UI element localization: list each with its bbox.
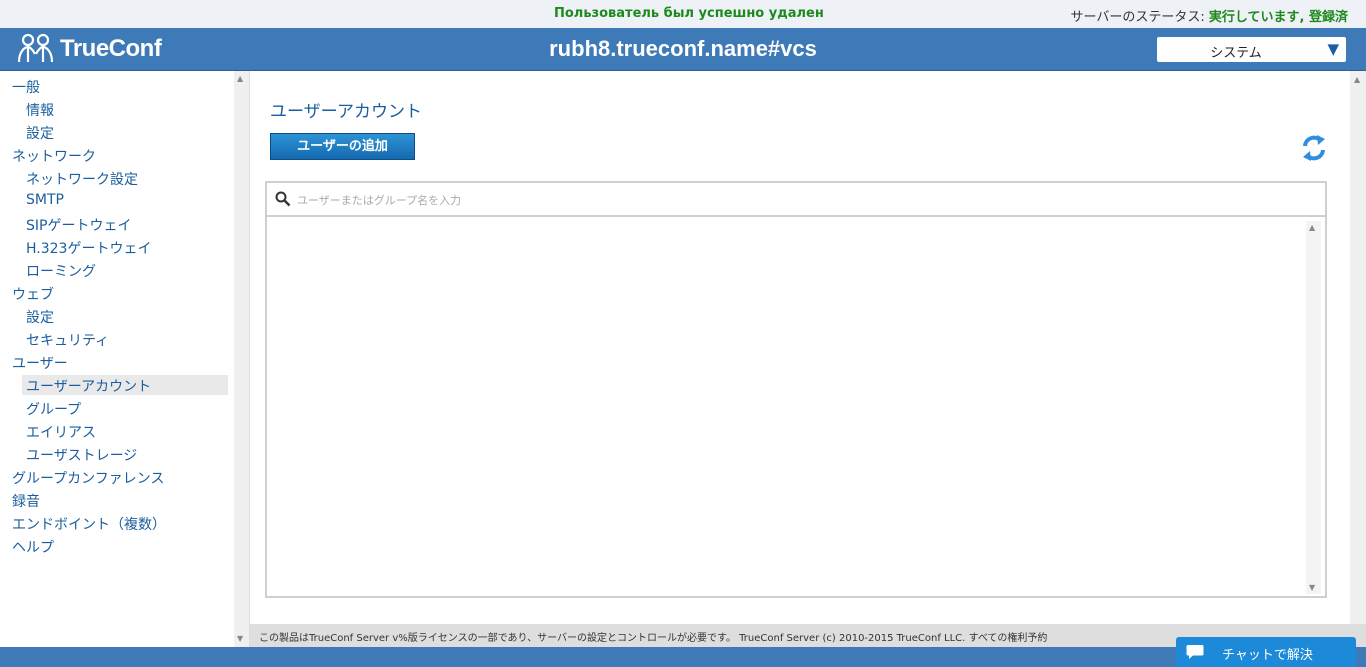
sidebar-item-web[interactable]: ウェブ [12, 284, 54, 304]
sidebar-item-smtp[interactable]: SMTP [26, 192, 64, 208]
system-select[interactable]: システム ▼ [1157, 37, 1346, 62]
add-user-button[interactable]: ユーザーの追加 [270, 133, 415, 160]
trueconf-logo-icon [17, 33, 54, 63]
scroll-up-icon[interactable]: ▲ [237, 74, 243, 83]
user-list-panel: ▲ ▼ [265, 181, 1327, 598]
sidebar-item-user-accounts[interactable]: ユーザーアカウント [26, 376, 151, 396]
chat-button-label: チャットで解決 [1222, 648, 1313, 663]
sidebar-item-roaming[interactable]: ローミング [26, 261, 96, 281]
main-content: ユーザーアカウント ユーザーの追加 ▲ ▼ [250, 71, 1350, 624]
top-notice-bar: Пользователь был успешно удален サーバーのステー… [0, 0, 1366, 28]
page-title: ユーザーアカウント [270, 102, 422, 122]
search-row [267, 183, 1325, 217]
header-bar: TrueConf rubh8.trueconf.name#vcs システム ▼ [0, 28, 1366, 71]
sidebar-item-security[interactable]: セキュリティ [26, 330, 109, 350]
sidebar-item-users[interactable]: ユーザー [12, 353, 68, 373]
sidebar-item-settings[interactable]: 設定 [26, 123, 54, 143]
main-scrollbar[interactable]: ▲ [1350, 71, 1366, 624]
system-select-value: システム [1210, 46, 1262, 61]
sidebar-item-info[interactable]: 情報 [26, 100, 54, 120]
logo-text: TrueConf [60, 35, 162, 62]
search-input[interactable] [297, 189, 1197, 211]
chat-bubble-icon [1186, 645, 1204, 659]
success-notice: Пользователь был успешно удален [554, 6, 824, 21]
refresh-icon[interactable] [1300, 133, 1328, 163]
sidebar-item-endpoints[interactable]: エンドボイント（複数） [12, 514, 166, 534]
sidebar-item-network[interactable]: ネットワーク [12, 146, 96, 166]
scroll-down-icon[interactable]: ▼ [237, 634, 243, 643]
trueconf-logo[interactable]: TrueConf [16, 32, 162, 66]
sidebar-item-groups[interactable]: グループ [26, 399, 81, 419]
server-status-label: サーバーのステータス: [1070, 10, 1209, 25]
footer-text: この製品はTrueConf Server v%版ライセンスの一部であり、サーバー… [259, 633, 1048, 644]
chat-button[interactable]: チャットで解決 [1176, 637, 1356, 667]
bottom-bar [0, 647, 1366, 667]
scroll-up-icon[interactable]: ▲ [1354, 75, 1360, 84]
search-icon [275, 191, 291, 207]
sidebar-item-recording[interactable]: 録音 [12, 491, 40, 511]
sidebar-item-help[interactable]: ヘルプ [12, 537, 54, 557]
dropdown-arrow-icon: ▼ [1327, 40, 1339, 58]
sidebar-item-h323-gateway[interactable]: H.323ゲートウェイ [26, 238, 151, 258]
sidebar-item-general[interactable]: 一般 [12, 77, 40, 97]
server-status: サーバーのステータス: 実行しています, 登録済 [1071, 6, 1348, 25]
sidebar-item-aliases[interactable]: エイリアス [26, 422, 96, 442]
sidebar-item-sip-gateway[interactable]: SIPゲートウェイ [26, 215, 131, 235]
sidebar-item-user-storage[interactable]: ユーザストレージ [26, 445, 137, 465]
sidebar-item-group-conferences[interactable]: グループカンファレンス [12, 468, 164, 488]
user-list-scrollbar[interactable]: ▲ ▼ [1306, 221, 1321, 594]
sidebar-item-network-settings[interactable]: ネットワーク設定 [26, 169, 138, 189]
scroll-up-icon[interactable]: ▲ [1309, 223, 1315, 232]
scroll-down-icon[interactable]: ▼ [1309, 583, 1315, 592]
sidebar-scrollbar[interactable]: ▲ ▼ [234, 71, 249, 647]
sidebar: 一般 情報 設定 ネットワーク ネットワーク設定 SMTP SIPゲートウェイ … [0, 71, 234, 647]
sidebar-item-web-settings[interactable]: 設定 [26, 307, 54, 327]
server-status-value: 実行しています, 登録済 [1208, 10, 1348, 25]
